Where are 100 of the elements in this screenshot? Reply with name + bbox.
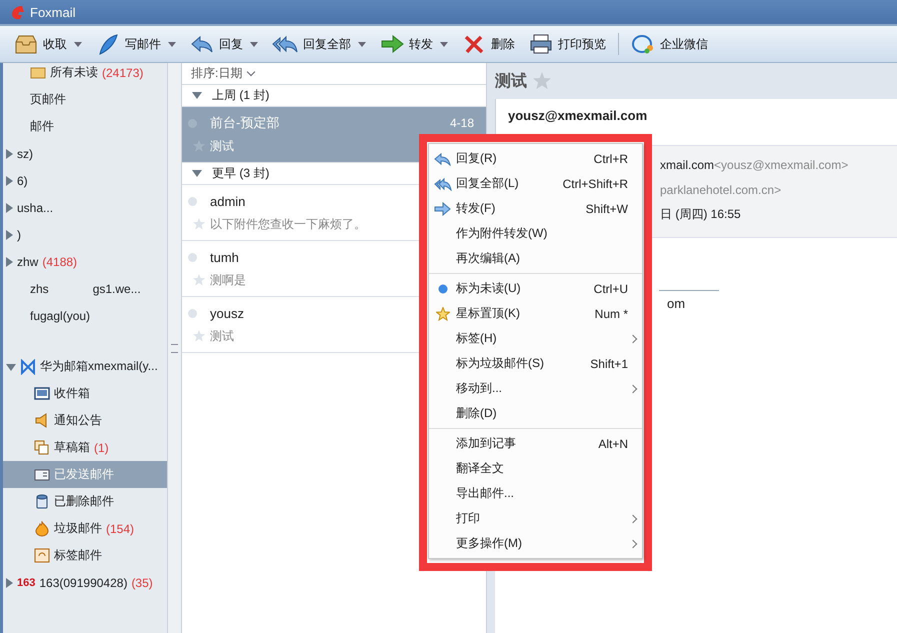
body-text: om xyxy=(667,296,686,311)
toolbar-button[interactable]: 删除 xyxy=(456,28,521,60)
star-icon[interactable] xyxy=(193,330,205,342)
sender-name: admin xyxy=(210,194,246,208)
menu-item[interactable]: 删除(D) xyxy=(429,401,642,426)
folder-item[interactable]: fugagl(you) xyxy=(3,302,167,329)
header-detail: <yousz@xmexmail.com> xyxy=(714,158,848,172)
folder-item[interactable]: 所有未读 (24173) xyxy=(3,63,167,86)
splitter-grip[interactable] xyxy=(171,344,178,352)
read-status-dot[interactable] xyxy=(188,252,197,262)
bin-icon xyxy=(34,494,50,509)
expand-triangle-icon[interactable] xyxy=(6,578,13,588)
shortcut-label: Ctrl+U xyxy=(594,282,628,296)
shortcut-label: Ctrl+Shift+R xyxy=(562,176,628,190)
menu-item[interactable]: 更多操作(M) xyxy=(429,531,642,556)
message-subject: 测试 xyxy=(210,138,234,154)
shortcut-label: Num * xyxy=(594,306,628,320)
expand-triangle-icon[interactable] xyxy=(6,202,13,212)
folder-label: 华为邮箱xmexmail(y... xyxy=(40,358,158,375)
read-status-dot[interactable] xyxy=(188,308,197,318)
folder-item[interactable]: 6) xyxy=(3,167,167,194)
unread-count: (4188) xyxy=(42,254,78,268)
folder-item[interactable]: 华为邮箱xmexmail(y... xyxy=(3,353,167,380)
expand-triangle-icon[interactable] xyxy=(6,364,16,371)
forward-arrow-icon xyxy=(434,202,451,216)
menu-item[interactable]: 导出邮件... xyxy=(429,481,642,506)
unread-dot-icon xyxy=(438,284,448,294)
header-detail: 日 (周四) 16:55 xyxy=(660,206,741,223)
header-detail: xmail.com xyxy=(660,158,714,172)
folder-label: sz) xyxy=(17,146,33,160)
folder-item[interactable]: sz) xyxy=(3,140,167,167)
folder-label: ) xyxy=(17,228,21,242)
shortcut-label: Shift+1 xyxy=(590,356,628,370)
sender-name: yousz xyxy=(210,306,244,320)
folder-item[interactable]: 草稿箱 (1) xyxy=(3,434,167,461)
sort-dropdown[interactable]: 排序:日期 xyxy=(182,63,486,85)
folder-item[interactable]: 已删除邮件 xyxy=(3,488,167,515)
folder-label: fugagl(you) xyxy=(30,308,90,322)
expand-triangle-icon[interactable] xyxy=(6,148,13,158)
menu-label: 标为垃圾邮件(S) xyxy=(456,355,545,372)
menu-item[interactable]: 添加到记事 Alt+N xyxy=(429,431,642,456)
forward-arrow-icon xyxy=(380,33,404,55)
expand-triangle-icon[interactable] xyxy=(192,92,202,99)
sender-name: 前台-预定部 xyxy=(210,114,280,132)
folder-item[interactable]: 收件箱 xyxy=(3,380,167,407)
folder-item[interactable]: usha... xyxy=(3,194,167,221)
tag-folder-icon xyxy=(34,548,50,563)
star-icon xyxy=(436,306,450,320)
toolbar-button[interactable]: 收取 xyxy=(8,28,88,60)
folder-label: 收件箱 xyxy=(54,385,90,402)
group-label: 上周 (1 封) xyxy=(212,87,270,104)
folder-item[interactable]: 通知公告 xyxy=(3,407,167,434)
unread-count: (35) xyxy=(131,576,153,590)
toolbar-button[interactable]: 回复 xyxy=(184,28,264,60)
menu-label: 打印 xyxy=(456,510,481,527)
folder-icon xyxy=(30,65,46,80)
folder-item[interactable]: zhs gs1.we... xyxy=(3,275,167,302)
read-status-dot[interactable] xyxy=(188,196,197,206)
folder-item[interactable]: 页邮件 xyxy=(3,86,167,113)
menu-item[interactable]: 标为垃圾邮件(S) Shift+1 xyxy=(429,351,642,376)
inbox-tray-icon xyxy=(14,33,38,55)
menu-label: 删除(D) xyxy=(456,405,498,422)
toolbar-button[interactable]: 转发 xyxy=(374,28,454,60)
folder-label: 163(091990428) xyxy=(39,576,128,590)
menu-item[interactable]: 移动到... xyxy=(429,376,642,401)
shortcut-label: Alt+N xyxy=(598,436,628,450)
folder-item[interactable]: 标签邮件 xyxy=(3,542,167,569)
menu-label: 添加到记事 xyxy=(456,435,517,452)
group-label: 更早 (3 封) xyxy=(212,165,270,182)
toolbar-button[interactable]: 写邮件 xyxy=(90,28,182,60)
star-icon[interactable] xyxy=(193,274,205,286)
expand-triangle-icon[interactable] xyxy=(6,176,13,186)
folder-item[interactable]: 163 163(091990428) (35) xyxy=(3,569,167,596)
window-title: Foxmail xyxy=(30,4,76,20)
folder-label: 邮件 xyxy=(30,118,54,135)
menu-item[interactable]: 翻译全文 xyxy=(429,456,642,481)
folder-item[interactable]: 垃圾邮件 (154) xyxy=(3,515,167,542)
folder-label: 通知公告 xyxy=(54,412,102,429)
shortcut-label: Shift+W xyxy=(586,202,628,216)
expand-triangle-icon[interactable] xyxy=(192,170,202,177)
toolbar-button[interactable]: 回复全部 xyxy=(266,28,372,60)
folder-label: 草稿箱 xyxy=(54,439,90,456)
bowtie-logo-icon xyxy=(20,358,36,374)
unread-count: (1) xyxy=(94,440,109,454)
folder-item[interactable]: zhw (4188) xyxy=(3,248,167,275)
expand-triangle-icon[interactable] xyxy=(6,256,13,266)
menu-item[interactable]: 打印 xyxy=(429,506,642,531)
inbox-icon xyxy=(34,386,50,401)
folder-item[interactable]: 邮件 xyxy=(3,113,167,140)
message-subject: 测啊是 xyxy=(210,272,246,288)
reply-all-icon xyxy=(434,176,452,190)
message-date: 4-18 xyxy=(450,116,474,130)
unread-count: (154) xyxy=(106,522,134,536)
toolbar-button[interactable]: 企业微信 xyxy=(625,28,714,60)
email-subject: 测试 xyxy=(495,72,527,92)
menu-label: 移动到... xyxy=(456,380,504,397)
toolbar-button[interactable]: 打印预览 xyxy=(523,28,612,60)
folder-item[interactable]: ) xyxy=(3,221,167,248)
star-icon[interactable] xyxy=(193,218,205,230)
expand-triangle-icon[interactable] xyxy=(6,230,13,240)
